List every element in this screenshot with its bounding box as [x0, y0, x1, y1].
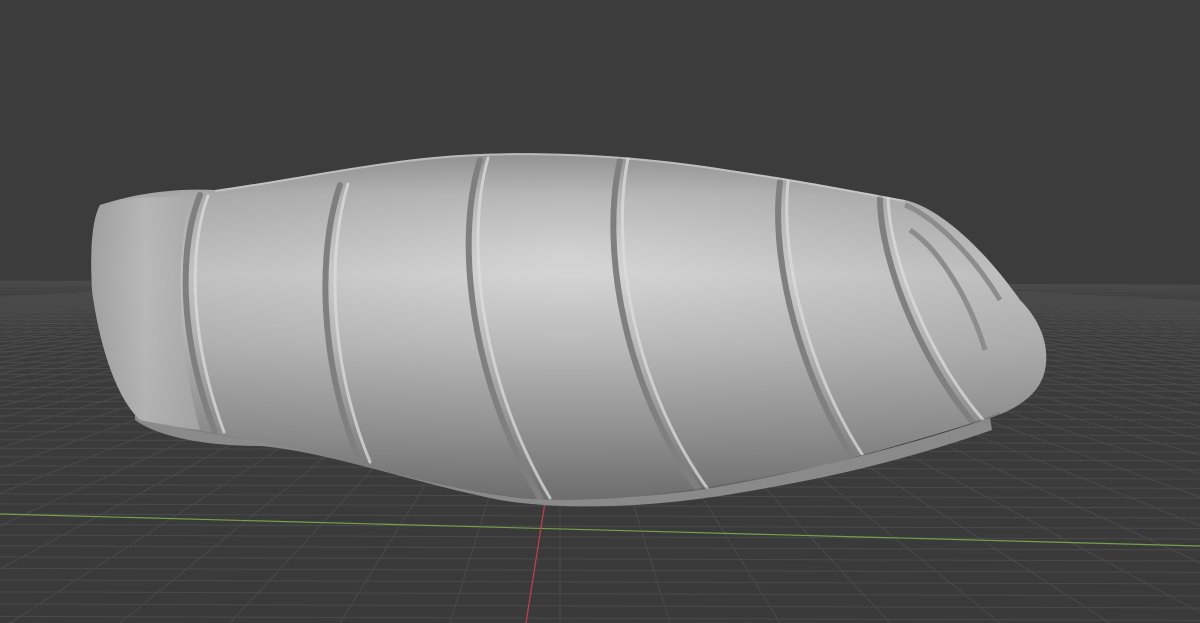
- viewport-canvas[interactable]: [0, 0, 1200, 623]
- 3d-viewport[interactable]: [0, 0, 1200, 623]
